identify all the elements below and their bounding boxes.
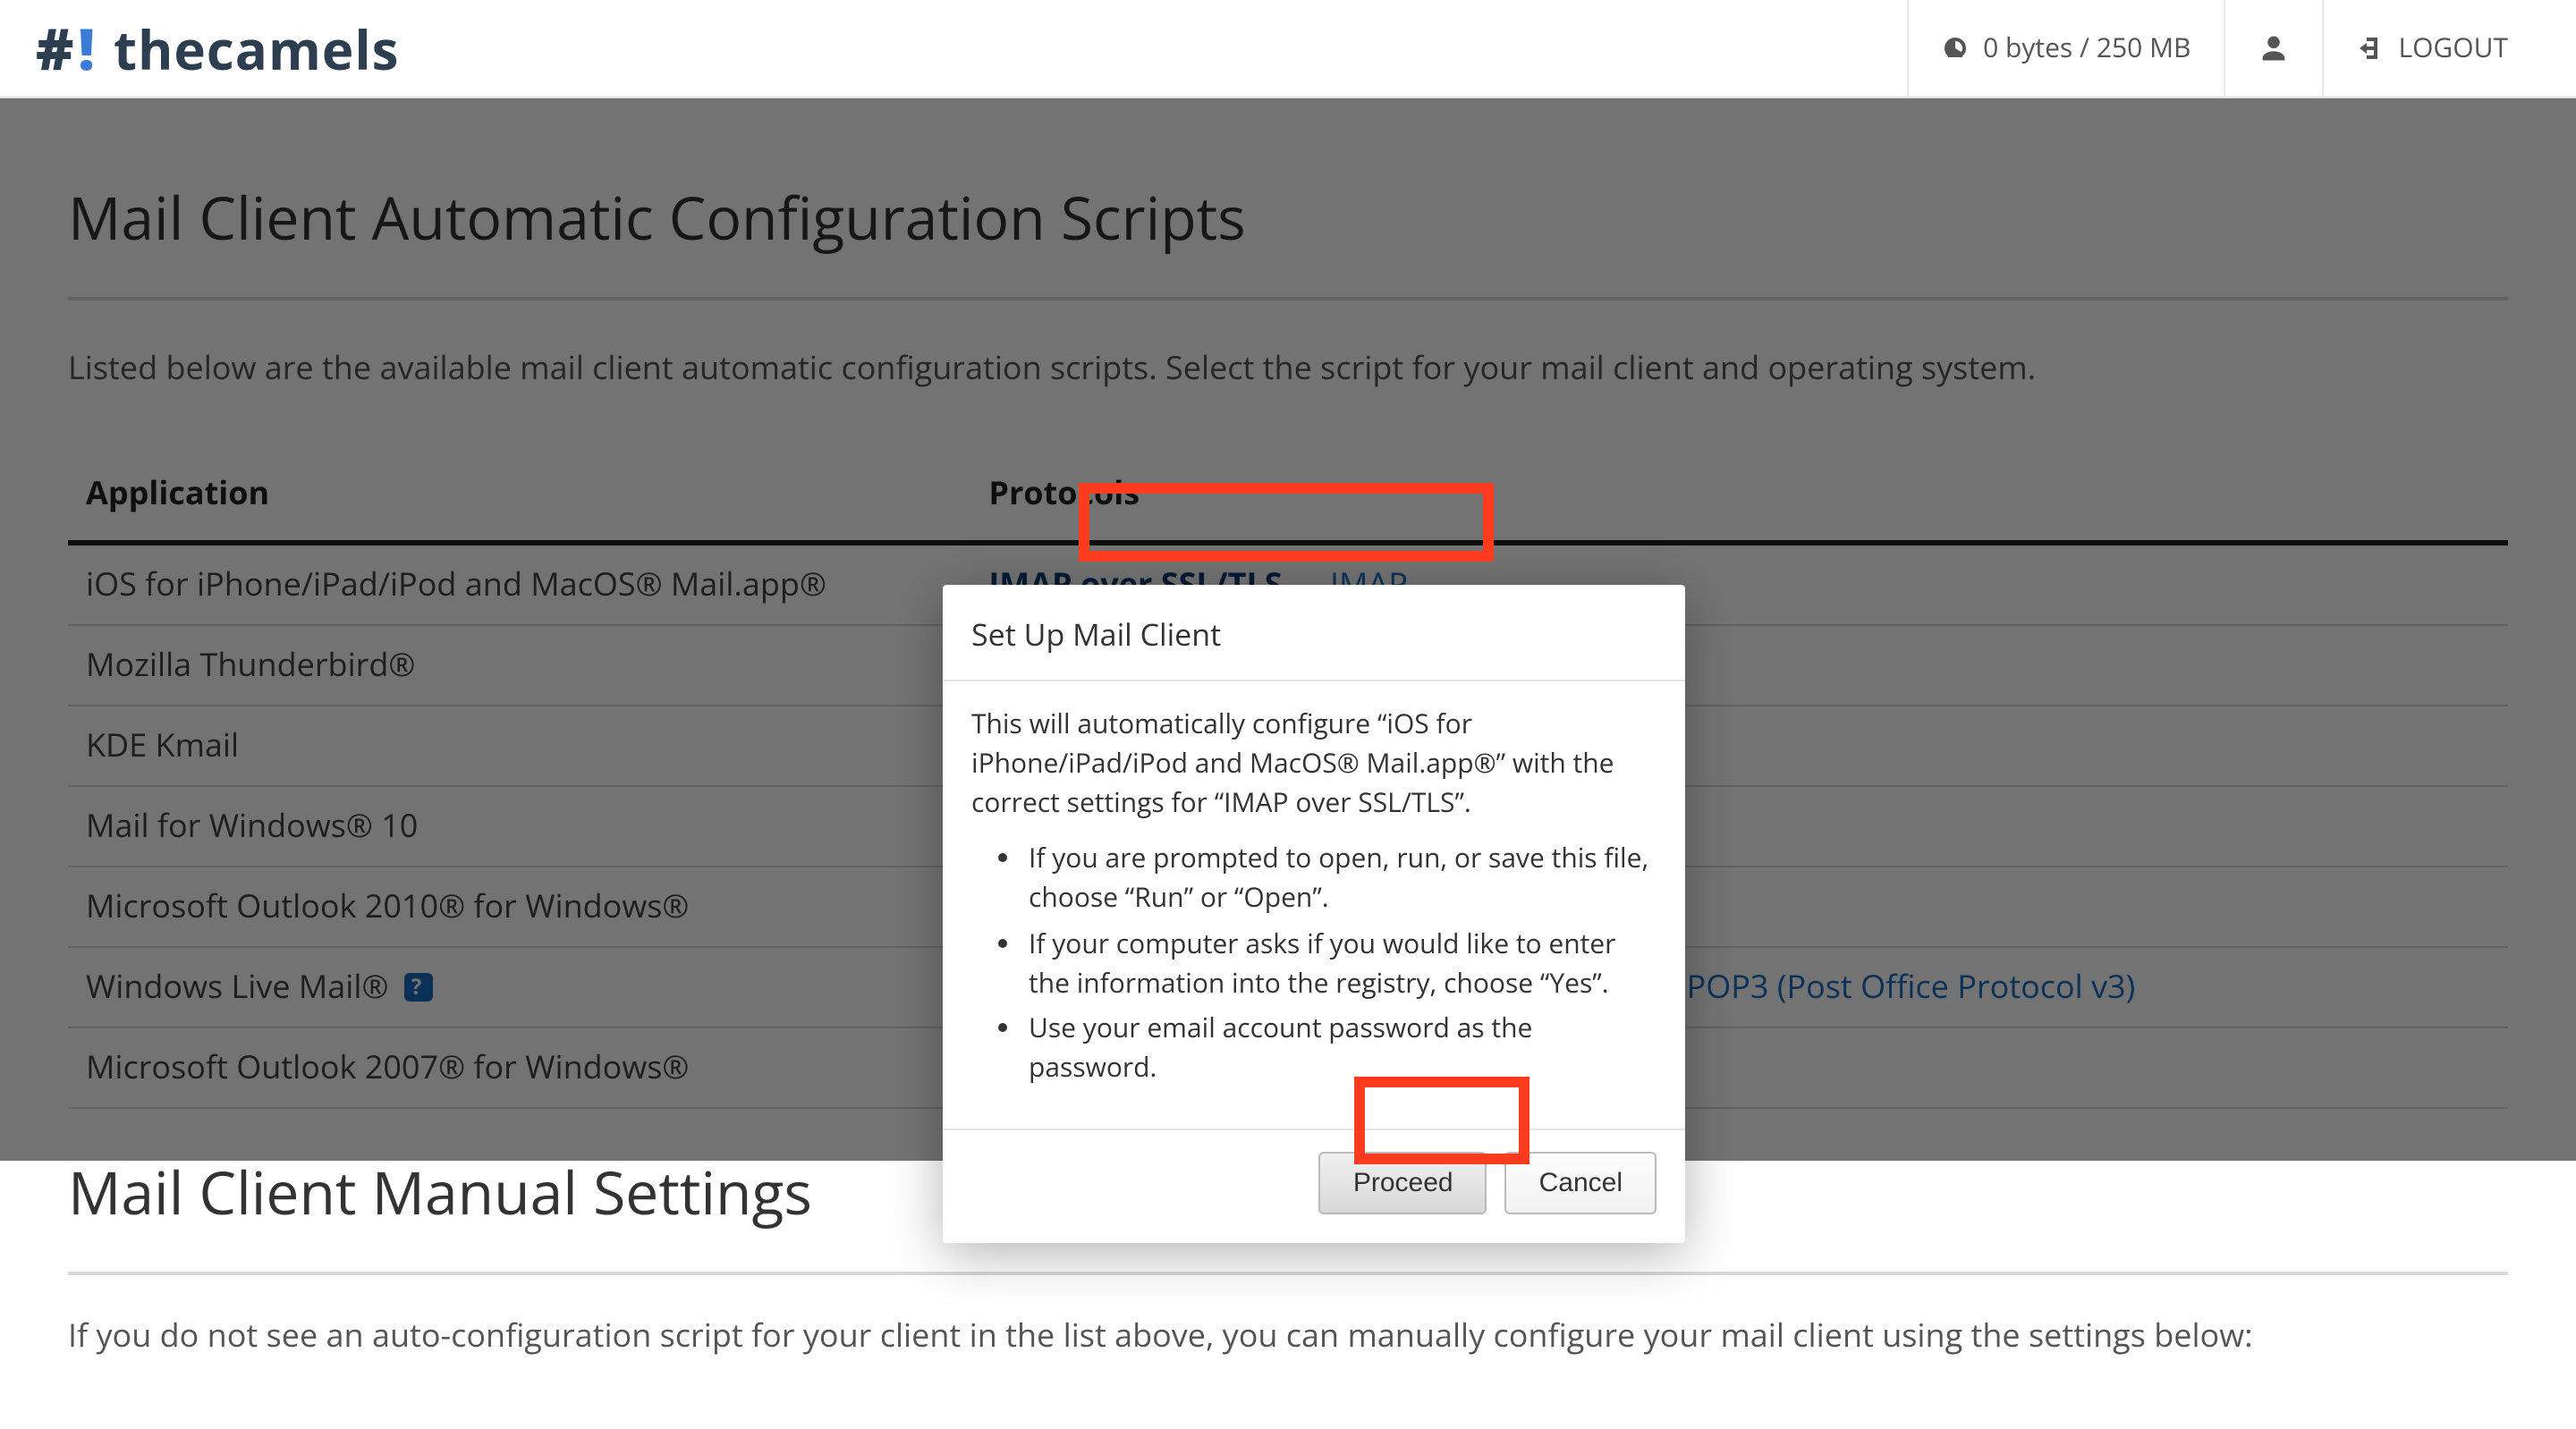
logo-hash-icon: # xyxy=(36,10,74,87)
logo-bang-icon: ! xyxy=(78,10,96,87)
modal-footer: Proceed Cancel xyxy=(943,1129,1685,1243)
gauge-icon xyxy=(1940,34,1969,63)
modal-description: This will automatically configure “iOS f… xyxy=(971,706,1657,824)
user-menu[interactable] xyxy=(2223,0,2321,97)
top-header: #!thecamels 0 bytes / 250 MB LOGOUT xyxy=(0,0,2576,98)
logout-button[interactable]: LOGOUT xyxy=(2321,0,2540,97)
setup-mail-modal: Set Up Mail Client This will automatical… xyxy=(943,585,1685,1243)
modal-bullet: If you are prompted to open, run, or sav… xyxy=(1029,841,1657,919)
brand-logo[interactable]: #!thecamels xyxy=(36,10,399,87)
storage-indicator[interactable]: 0 bytes / 250 MB xyxy=(1906,0,2223,97)
manual-settings-text: If you do not see an auto-configuration … xyxy=(68,1315,2508,1357)
storage-text: 0 bytes / 250 MB xyxy=(1983,30,2190,66)
modal-body: This will automatically configure “iOS f… xyxy=(943,681,1685,1129)
cancel-button[interactable]: Cancel xyxy=(1505,1152,1657,1214)
logout-label: LOGOUT xyxy=(2398,30,2508,66)
logout-icon xyxy=(2355,34,2384,63)
modal-title: Set Up Mail Client xyxy=(943,585,1685,681)
brand-text: thecamels xyxy=(114,12,400,85)
modal-bullet: Use your email account password as the p… xyxy=(1029,1011,1657,1089)
header-right: 0 bytes / 250 MB LOGOUT xyxy=(1906,0,2540,97)
proceed-button[interactable]: Proceed xyxy=(1319,1152,1487,1214)
modal-bullet: If your computer asks if you would like … xyxy=(1029,926,1657,1004)
user-icon xyxy=(2257,32,2289,64)
